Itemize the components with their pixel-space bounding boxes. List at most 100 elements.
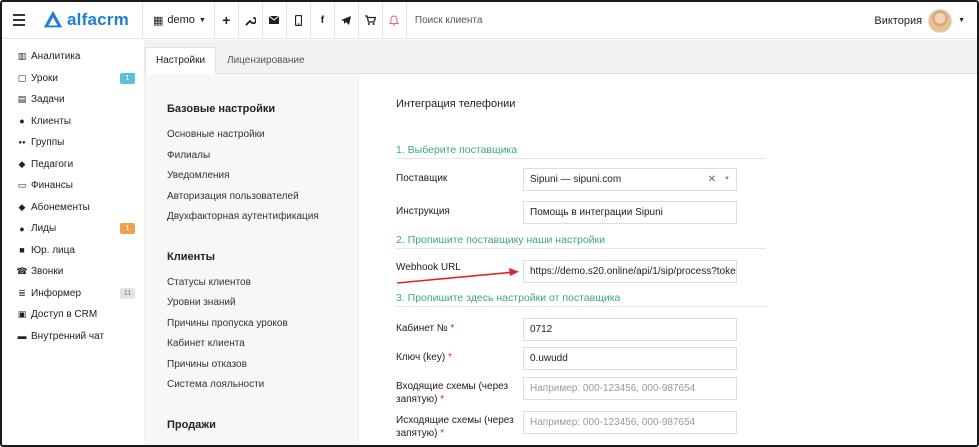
count-badge: 11 [120,287,135,299]
tab-licensing[interactable]: Лицензирование [217,47,315,74]
menu-toggle-icon[interactable] [2,2,36,39]
nav-link-notifications[interactable]: Уведомления [167,170,230,181]
nav-link-main-settings[interactable]: Основные настройки [167,129,265,140]
wrench-icon[interactable] [239,2,262,39]
settings-nav: Базовые настройки Основные настройки Фил… [145,74,359,445]
sidebar-item-label: Звонки [31,266,64,278]
user-plus-icon: ● [19,223,25,234]
sidebar-item[interactable]: ▬ Внутренний чат [2,326,144,348]
nav-section-title: Клиенты [167,251,216,263]
calendar-icon: ▢ [17,72,27,83]
cart-icon[interactable] [359,2,382,39]
outgoing-schemes-field[interactable]: Например: 000-123456, 000-987654 [523,411,737,434]
sidebar-item[interactable]: ◆ Абонементы [2,197,144,219]
webhook-url-field[interactable]: https://demo.s20.online/api/1/sip/proces… [523,260,737,283]
required-mark: * [447,352,452,363]
nav-link-absence-reasons[interactable]: Причины пропуска уроков [167,318,288,329]
analytics-icon: ▥ [17,51,27,62]
telephony-form: Интеграция телефонии 1. Выберите поставщ… [359,74,977,445]
bell-icon[interactable] [383,2,406,39]
branch-name: demo [167,14,195,26]
logo[interactable]: alfacrm [42,9,142,31]
user-menu[interactable]: Виктория ▼ [874,2,965,39]
phone-icon: ☎ [16,266,28,277]
sidebar-item-label: Доступ в CRM [31,309,98,321]
tab-label: Лицензирование [227,55,305,66]
section-heading: 3. Пропишите здесь настройки от поставщи… [396,292,766,307]
divider [405,2,407,39]
count-badge: 1 [120,223,135,234]
nav-link-client-cabinet[interactable]: Кабинет клиента [167,338,245,349]
nav-link-branches[interactable]: Филиалы [167,150,210,161]
sidebar-item-label: Группы [31,137,65,149]
sidebar-item[interactable]: ▥ Аналитика [2,46,144,68]
sidebar-item-label: Задачи [31,94,65,106]
phone-icon[interactable] [287,2,310,39]
tab-settings[interactable]: Настройки [145,47,217,74]
key-field[interactable]: 0.uwudd [523,347,737,370]
required-mark: * [440,394,445,405]
sidebar-item[interactable]: ● Лиды 1 [2,218,144,240]
sidebar-item-label: Финансы [31,180,73,192]
sidebar-item[interactable]: ▤ Задачи [2,89,144,111]
top-bar: alfacrm ▦ demo ▼ + f Поиск клиента Викто… [2,2,977,39]
cabinet-label: Кабинет № * [396,322,516,335]
sidebar-item[interactable]: ☎ Звонки [2,261,144,283]
nav-link-2fa[interactable]: Двухфакторная аутентификация [167,211,319,222]
sidebar-item[interactable]: ■ Юр. лица [2,240,144,262]
branch-selector[interactable]: ▦ demo ▼ [143,2,214,39]
count-badge: 1 [120,72,135,84]
outgoing-label-text: Исходящие схемы (через запятую) [396,415,514,439]
annotation-arrow [396,268,519,284]
sidebar-item-label: Юр. лица [31,244,75,256]
client-search-input[interactable]: Поиск клиента [415,2,715,39]
sidebar-item[interactable]: ≣ Информер 11 [2,283,144,305]
incoming-schemes-field[interactable]: Например: 000-123456, 000-987654 [523,377,737,400]
chevron-down-icon: ▼ [724,176,730,182]
sidebar-item[interactable]: ● Клиенты [2,111,144,133]
sidebar-item[interactable]: ●● Группы [2,132,144,154]
sidebar-item[interactable]: ▢ Уроки 1 [2,68,144,90]
sidebar-item-label: Педагоги [31,158,74,170]
group-icon: ●● [18,139,26,146]
chevron-down-icon: ▼ [958,17,965,24]
key-label: Ключ (key) * [396,351,516,364]
cabinet-field[interactable]: 0712 [523,318,737,341]
nav-link-loyalty[interactable]: Система лояльности [167,379,264,390]
facebook-icon[interactable]: f [311,2,334,39]
mail-icon[interactable] [263,2,286,39]
instruction-link[interactable]: Помощь в интеграции Sipuni [523,201,737,224]
logo-text: alfacrm [67,10,129,29]
outgoing-label: Исходящие схемы (через запятую) * [396,414,516,440]
nav-link-user-auth[interactable]: Авторизация пользователей [167,191,299,202]
clear-icon[interactable]: ✕ [708,174,716,185]
plus-icon[interactable]: + [215,2,238,39]
app-window: alfacrm ▦ demo ▼ + f Поиск клиента Викто… [0,0,979,447]
sidebar: ▥ Аналитика ▢ Уроки 1 ▤ Задачи ● Клиенты ●● Группы… [2,40,145,445]
nav-link-refusal-reasons[interactable]: Причины отказов [167,359,247,370]
briefcase-icon: ■ [19,245,25,256]
required-mark: * [450,323,455,334]
graduation-cap-icon: ◆ [18,158,26,169]
telegram-icon[interactable] [335,2,358,39]
nav-link-client-statuses[interactable]: Статусы клиентов [167,277,251,288]
chat-icon: ▬ [17,331,27,342]
sidebar-item-label: Клиенты [31,115,72,127]
nav-section-title: Базовые настройки [167,103,276,115]
lock-icon: ▣ [17,309,27,320]
sidebar-item-label: Лиды [31,223,57,235]
user-icon: ● [19,116,25,127]
sidebar-item[interactable]: ▭ Финансы [2,175,144,197]
key-label-text: Ключ (key) [396,352,446,363]
user-name: Виктория [874,14,923,27]
sidebar-item[interactable]: ◆ Педагоги [2,154,144,176]
nav-section-title: Продажи [167,419,216,431]
required-mark: * [440,428,445,439]
sidebar-item-label: Абонементы [31,201,90,213]
building-icon: ▦ [153,14,164,27]
sidebar-item[interactable]: ▣ Доступ в CRM [2,304,144,326]
logo-icon [43,10,63,28]
chevron-down-icon: ▼ [198,16,206,24]
provider-select[interactable]: Sipuni — sipuni.com ✕ ▼ [523,168,737,191]
nav-link-knowledge-levels[interactable]: Уровни знаний [167,297,236,308]
